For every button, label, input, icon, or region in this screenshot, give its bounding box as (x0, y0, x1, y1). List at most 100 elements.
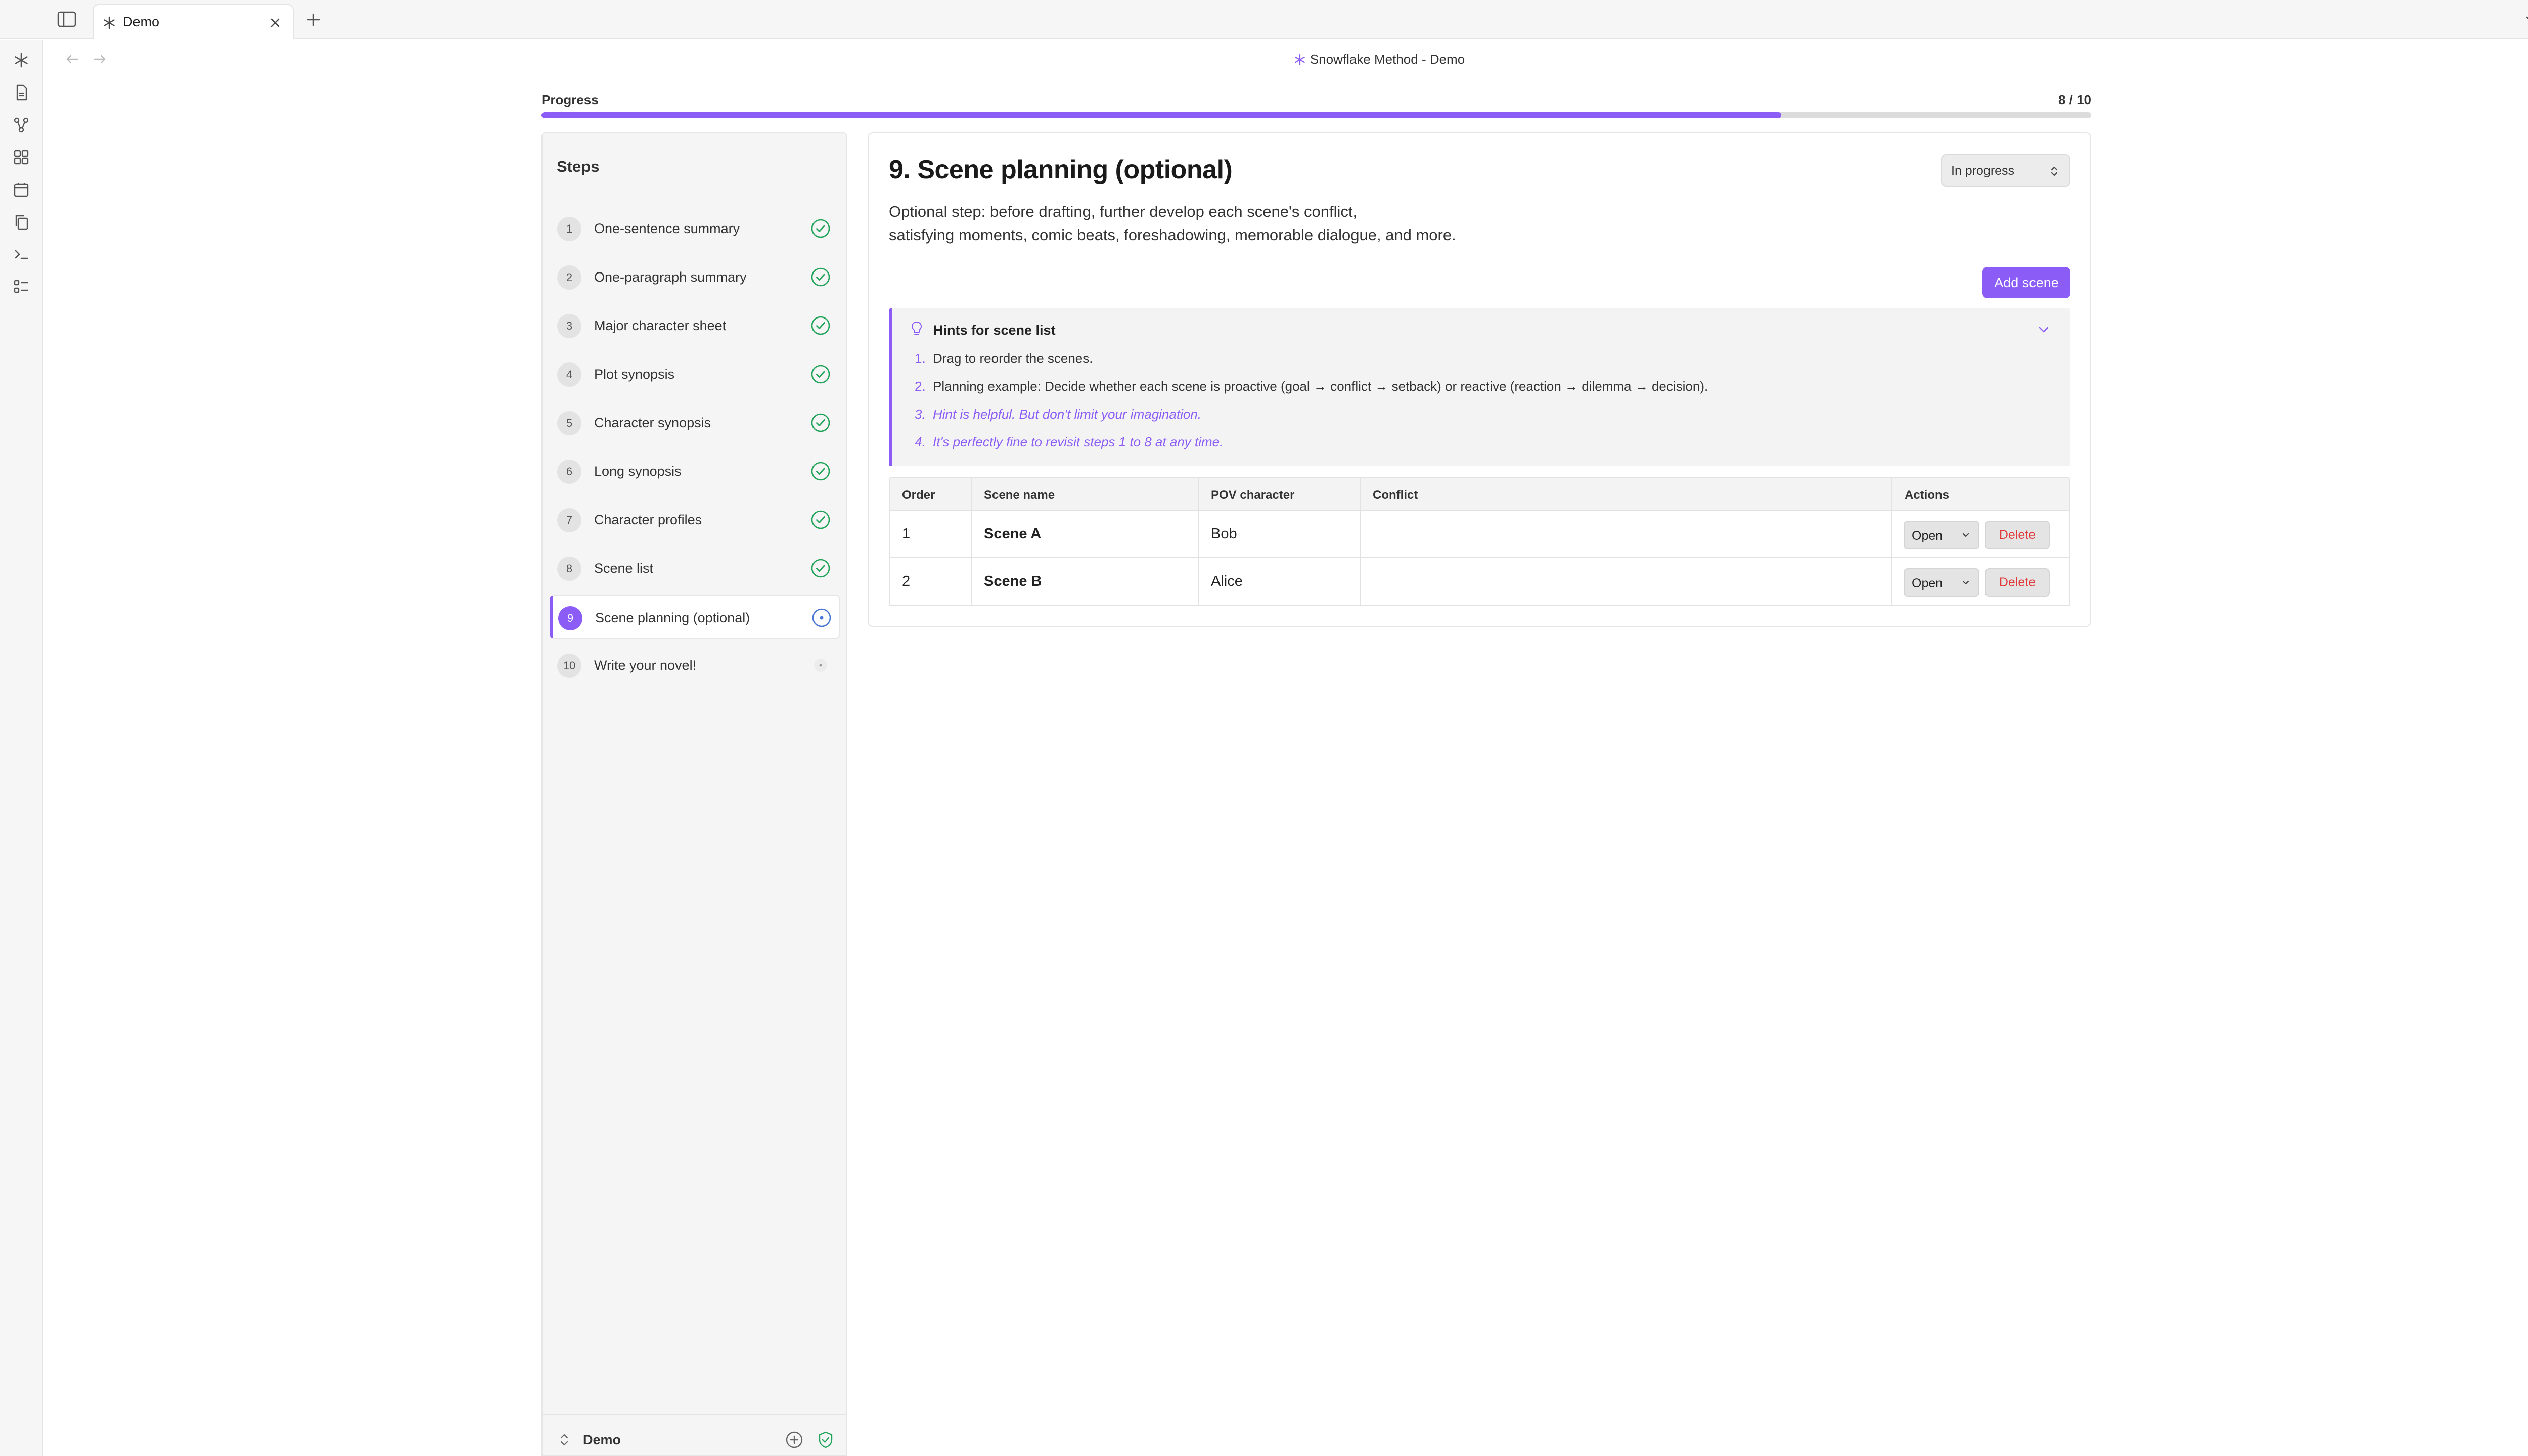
step-number: 6 (557, 460, 581, 484)
step-label: Plot synopsis (594, 367, 675, 382)
hint-item: 4. It's perfectly fine to revisit steps 1… (915, 434, 1223, 450)
step-number: 3 (557, 314, 581, 338)
steps-title: Steps (557, 158, 600, 175)
pov-character: Alice (1211, 573, 1243, 589)
step-item-3[interactable]: 3 Major character sheet (550, 304, 840, 347)
status-select[interactable]: In progress (1941, 154, 2070, 187)
pov-cell[interactable]: Bob (1199, 511, 1361, 557)
step-number: 5 (557, 411, 581, 435)
step-label: Major character sheet (594, 318, 727, 333)
view-title-text: Snowflake Method - Demo (1310, 52, 1465, 67)
step-number: 1 (557, 217, 581, 241)
step-item-1[interactable]: 1 One-sentence summary (550, 207, 840, 250)
terminal-icon[interactable] (12, 245, 31, 264)
progress-label: Progress (541, 92, 599, 107)
conflict-cell[interactable] (1361, 511, 1892, 557)
checklist-icon[interactable] (12, 277, 31, 296)
arrow-left-icon[interactable] (64, 51, 81, 68)
step-item-4[interactable]: 4 Plot synopsis (550, 352, 840, 396)
copy-icon[interactable] (12, 212, 31, 232)
scene-order: 2 (902, 573, 911, 589)
check-circle-icon (809, 460, 832, 482)
tab-list-chevron-icon[interactable] (2523, 12, 2528, 27)
chevron-down-icon (1960, 531, 1971, 540)
hint-number: 4. (915, 434, 926, 449)
tab-demo[interactable]: Demo (93, 4, 294, 39)
view-header: Snowflake Method - Demo (44, 40, 2528, 79)
step-label: Long synopsis (594, 464, 682, 479)
new-tab-icon[interactable] (305, 11, 322, 28)
sidebar-toggle-icon[interactable] (57, 10, 77, 28)
step-item-10[interactable]: 10 Write your novel! (550, 644, 840, 687)
column-header-order: Order (902, 488, 935, 502)
grid-icon[interactable] (12, 148, 31, 167)
step-heading: 9. Scene planning (optional) (889, 155, 1233, 185)
step-item-5[interactable]: 5 Character synopsis (550, 401, 840, 444)
pov-cell[interactable]: Alice (1199, 558, 1361, 605)
step-item-9[interactable]: 9 Scene planning (optional) (550, 595, 840, 639)
chevron-up-down-icon (2048, 164, 2060, 178)
table-header-cell: Conflict (1361, 478, 1892, 510)
pov-character: Bob (1211, 526, 1237, 542)
check-circle-icon (809, 314, 832, 337)
table-row[interactable]: 2 Scene B Alice Open Delete (890, 558, 2069, 605)
file-icon[interactable] (12, 83, 31, 102)
column-header-conflict: Conflict (1373, 488, 1418, 502)
hint-number: 3. (915, 406, 926, 422)
step-item-2[interactable]: 2 One-paragraph summary (550, 255, 840, 299)
snowflake-icon[interactable] (12, 51, 31, 70)
help-icon[interactable] (784, 1430, 804, 1450)
delete-scene-button[interactable]: Delete (1985, 521, 2050, 549)
chevron-down-icon (1960, 578, 1971, 587)
step-number: 8 (557, 557, 581, 581)
open-scene-button[interactable]: Open (1904, 521, 1979, 549)
check-circle-icon (809, 557, 832, 579)
in-progress-circle-icon (810, 607, 833, 629)
scene-name-cell[interactable]: Scene B (972, 558, 1199, 605)
open-scene-button[interactable]: Open (1904, 568, 1979, 597)
scene-table: Order Scene name POV character Conflict … (889, 477, 2070, 606)
add-scene-button[interactable]: Add scene (1982, 267, 2070, 298)
hint-text: Planning example: Decide whether each sc… (933, 379, 1708, 394)
calendar-icon[interactable] (12, 180, 31, 199)
step-item-8[interactable]: 8 Scene list (550, 547, 840, 590)
hints-callout: Hints for scene list 1. Drag to reorder t… (889, 308, 2070, 466)
arrow-right-icon[interactable] (91, 51, 108, 68)
hint-number: 1. (915, 351, 926, 366)
step-description: Optional step: before drafting, further … (889, 200, 1496, 247)
step-label: Write your novel! (594, 658, 697, 673)
step-label: One-sentence summary (594, 221, 740, 236)
scene-name: Scene B (984, 573, 1042, 589)
vault-switcher-icon[interactable] (559, 1431, 570, 1448)
vault-name[interactable]: Demo (583, 1432, 621, 1448)
table-header-row: Order Scene name POV character Conflict … (890, 478, 2069, 511)
step-item-7[interactable]: 7 Character profiles (550, 498, 840, 541)
chevron-down-icon[interactable] (2036, 324, 2051, 336)
close-icon[interactable] (267, 15, 283, 30)
shield-check-icon[interactable] (816, 1430, 836, 1450)
steps-panel: Steps 1 One-sentence summary 2 One-paragrap… (541, 132, 847, 1456)
hint-item: 3. Hint is helpful. But don't limit your … (915, 406, 1201, 422)
table-header-cell: Actions (1892, 478, 2069, 510)
check-circle-icon (809, 412, 832, 434)
step-label: Character profiles (594, 512, 702, 527)
step-label: One-paragraph summary (594, 269, 747, 285)
actions-cell: Open Delete (1892, 511, 2069, 557)
hint-item: 1. Drag to reorder the scenes. (915, 351, 1093, 367)
step-label: Character synopsis (594, 415, 711, 430)
hint-text: Hint is helpful. But don't limit your im… (933, 406, 1201, 422)
status-select-value: In progress (1951, 164, 2015, 178)
lightbulb-icon (911, 321, 923, 337)
conflict-cell[interactable] (1361, 558, 1892, 605)
delete-scene-button[interactable]: Delete (1985, 568, 2050, 597)
graph-icon[interactable] (12, 115, 31, 134)
step-number: 10 (557, 654, 581, 678)
scene-name-cell[interactable]: Scene A (972, 511, 1199, 557)
table-header-cell: POV character (1199, 478, 1361, 510)
order-cell: 1 (890, 511, 972, 557)
actions-cell: Open Delete (1892, 558, 2069, 605)
step-label: Scene planning (optional) (595, 610, 750, 625)
step-item-6[interactable]: 6 Long synopsis (550, 449, 840, 493)
table-header-cell: Order (890, 478, 972, 510)
table-row[interactable]: 1 Scene A Bob Open Delete (890, 511, 2069, 558)
